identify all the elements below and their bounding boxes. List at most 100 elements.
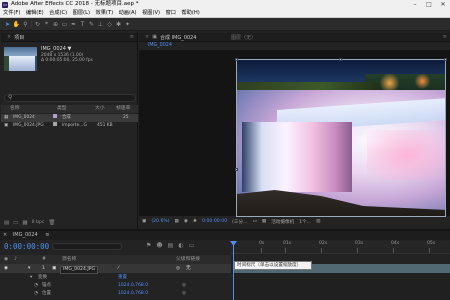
layer-name[interactable]: IMG_0024.JPG: [60, 265, 99, 274]
menu-effect[interactable]: 效果(T): [96, 9, 114, 17]
menu-window[interactable]: 窗口: [166, 9, 176, 17]
eye-icon[interactable]: ◉: [4, 264, 8, 273]
transparency-grid-icon[interactable]: ▦: [262, 219, 266, 224]
time-ruler[interactable]: 0s 01s 02s 03s 04s 05s: [231, 241, 450, 254]
property-value[interactable]: 1024.0,768.0: [118, 290, 148, 298]
menu-view[interactable]: 视图(V): [142, 9, 160, 17]
brush-tool-icon[interactable]: ✎: [87, 21, 96, 28]
bit-depth-label[interactable]: 8 bpc: [32, 220, 45, 225]
expand-arrow-icon[interactable]: ▾: [30, 274, 32, 282]
property-position[interactable]: ◔ 位置 1024.0,768.0 ◎: [0, 290, 231, 298]
resolution-dropdown[interactable]: (三分...: [232, 219, 247, 225]
current-timecode[interactable]: 0:00:00:00: [4, 242, 49, 251]
close-icon[interactable]: ×: [7, 34, 11, 40]
pan-behind-tool-icon[interactable]: ⊕: [51, 21, 60, 28]
magnification-icon[interactable]: ▣: [142, 219, 146, 224]
draft-3d-icon[interactable]: ⚑: [146, 242, 151, 249]
frame-blending-icon[interactable]: ▤: [168, 242, 174, 249]
pen-tool-icon[interactable]: ✒: [69, 21, 78, 28]
column-source-name[interactable]: 源名称: [62, 255, 76, 264]
new-folder-icon[interactable]: ▭: [13, 220, 18, 226]
switches-icon[interactable]: ⁄: [118, 264, 119, 273]
text-tool-icon[interactable]: T: [78, 21, 87, 28]
eraser-tool-icon[interactable]: ◇: [105, 21, 114, 28]
interpret-footage-icon[interactable]: ▤: [4, 220, 9, 226]
label-color-swatch[interactable]: [53, 114, 57, 118]
playhead-line[interactable]: [233, 241, 234, 300]
layer-row[interactable]: ◉ ▾ 1 ▣ IMG_0024.JPG ⁄ ◎ 无: [0, 264, 231, 274]
composition-tab-label[interactable]: 合成 IMG_0024: [160, 34, 196, 41]
reset-link[interactable]: 重置: [118, 274, 127, 282]
views-dropdown[interactable]: 1个...: [299, 219, 311, 225]
close-icon[interactable]: ✕: [436, 0, 450, 9]
menu-help[interactable]: 帮助(H): [181, 9, 199, 17]
layer-viewer-tab[interactable]: 图层（无）: [231, 34, 256, 41]
project-item-footage[interactable]: ▣ IMG_0024.JPG Importe...G 451 KB: [1, 122, 138, 130]
camera-dropdown[interactable]: 活动摄像机: [271, 219, 294, 225]
timeline-track-area[interactable]: [234, 273, 450, 300]
expand-arrow-icon[interactable]: ▾: [28, 264, 30, 273]
new-composition-icon[interactable]: ▦: [22, 220, 27, 226]
label-color-swatch[interactable]: [53, 122, 57, 126]
graph-editor-icon[interactable]: ▭: [189, 242, 195, 249]
roto-brush-tool-icon[interactable]: ✱: [114, 21, 123, 28]
property-value[interactable]: 1024.0,768.0: [118, 282, 148, 290]
zoom-level[interactable]: (20.6%): [151, 219, 169, 224]
close-icon[interactable]: ×: [3, 232, 7, 238]
timeline-tab[interactable]: × IMG_0024 ≡: [0, 231, 450, 240]
panel-menu-icon[interactable]: ≡: [130, 34, 134, 40]
column-parent[interactable]: 父级和链接: [176, 255, 200, 264]
project-tab[interactable]: × 项目 ≡: [1, 33, 137, 42]
column-type[interactable]: 类型: [57, 105, 67, 113]
property-transform[interactable]: ▾ 变换 重置: [0, 274, 231, 282]
parent-dropdown[interactable]: 无: [186, 264, 191, 273]
stopwatch-icon[interactable]: ◔: [34, 290, 38, 298]
composition-viewer[interactable]: [139, 50, 450, 217]
pickwhip-icon[interactable]: ◎: [182, 290, 186, 298]
lock-icon[interactable]: ▣: [152, 34, 157, 40]
puppet-tool-icon[interactable]: ✦: [123, 21, 132, 28]
channel-icon[interactable]: ♣: [193, 219, 197, 224]
column-rate[interactable]: 帧速率: [116, 105, 130, 113]
transform-handle[interactable]: [444, 58, 447, 61]
layout-icon[interactable]: ▥: [316, 219, 320, 224]
pickwhip-icon[interactable]: ◎: [182, 282, 186, 290]
transform-handle[interactable]: [235, 168, 238, 171]
transform-handle[interactable]: [339, 58, 342, 61]
menu-file[interactable]: 文件(F): [3, 9, 20, 17]
menu-composition[interactable]: 合成(C): [49, 9, 67, 17]
menu-layer[interactable]: 图层(L): [73, 9, 90, 17]
trash-icon[interactable]: 🗑: [48, 220, 55, 226]
maximize-icon[interactable]: □: [422, 0, 436, 9]
snapshot-icon[interactable]: ◉: [184, 219, 188, 224]
timeline-search-input[interactable]: [52, 243, 122, 250]
safe-margins-icon[interactable]: ▦: [175, 219, 179, 224]
composition-frame[interactable]: [236, 59, 446, 217]
camera-tool-icon[interactable]: ⌖: [42, 20, 51, 28]
menu-animation[interactable]: 动画(A): [119, 9, 137, 17]
project-search-input[interactable]: ⚲: [4, 94, 136, 102]
composition-chip[interactable]: IMG_0024: [148, 43, 172, 48]
stopwatch-icon[interactable]: ◔: [34, 282, 38, 290]
shy-icon[interactable]: ☻: [156, 242, 162, 249]
project-item-composition[interactable]: ▦ IMG_0024 合成 25: [1, 114, 138, 122]
panel-menu-icon[interactable]: ≡: [443, 34, 447, 40]
motion-blur-icon[interactable]: ◐: [178, 242, 183, 249]
property-anchor-point[interactable]: ◔ 锚点 1024.0,768.0 ◎: [0, 282, 231, 290]
mask-tool-icon[interactable]: ▭: [60, 21, 69, 28]
panel-menu-icon[interactable]: ≡: [45, 232, 49, 238]
close-icon[interactable]: ×: [145, 34, 149, 40]
column-name[interactable]: 名称: [10, 105, 20, 113]
selection-tool-icon[interactable]: ➤: [3, 21, 12, 28]
column-size[interactable]: 大小: [95, 105, 105, 113]
rotate-tool-icon[interactable]: ↻: [33, 21, 42, 28]
minimize-icon[interactable]: –: [408, 0, 422, 9]
pickwhip-icon[interactable]: ◎: [176, 264, 180, 273]
transform-handle[interactable]: [235, 58, 238, 61]
clone-stamp-tool-icon[interactable]: ⊥: [96, 21, 105, 28]
region-icon[interactable]: ▭: [253, 219, 257, 224]
hand-tool-icon[interactable]: ✋: [12, 21, 21, 28]
zoom-tool-icon[interactable]: ⚲: [21, 21, 30, 28]
current-time[interactable]: 0:00:00:00: [202, 219, 227, 224]
menu-edit[interactable]: 编辑(E): [26, 9, 44, 17]
